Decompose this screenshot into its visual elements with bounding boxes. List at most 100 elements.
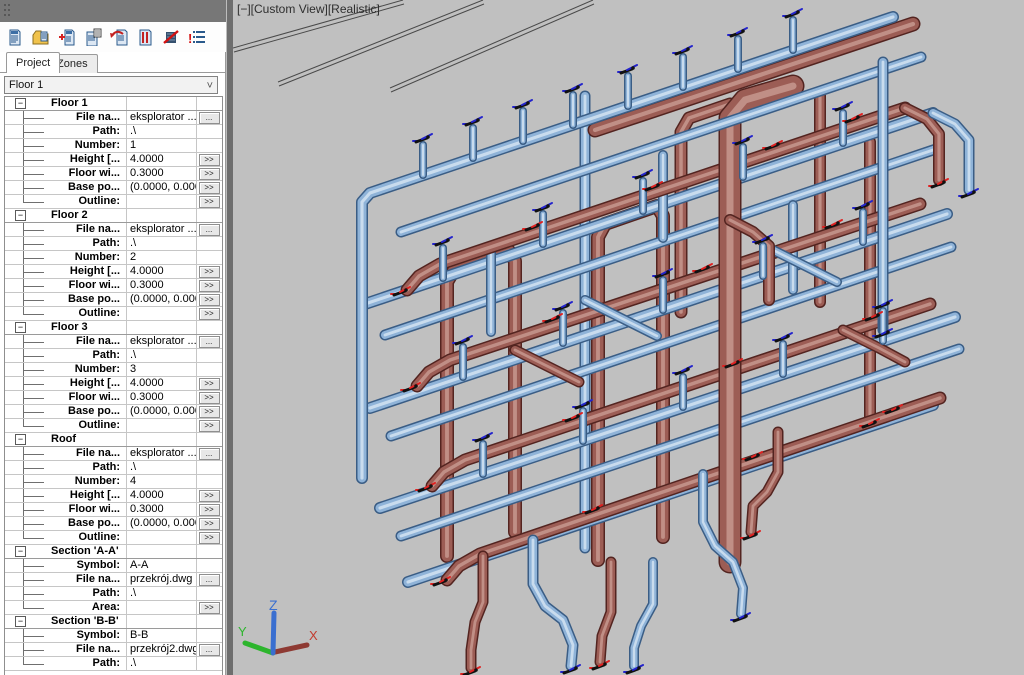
valve[interactable] xyxy=(773,333,792,341)
import-floor-button[interactable] xyxy=(109,28,128,47)
browse-button[interactable]: ... xyxy=(199,336,220,348)
expand-button[interactable]: >> xyxy=(199,196,220,208)
pipe[interactable] xyxy=(533,540,573,666)
valve[interactable] xyxy=(553,302,572,310)
section-header-row[interactable]: −Floor 2 xyxy=(5,209,222,223)
collapse-toggle[interactable]: − xyxy=(15,98,26,109)
floor-select[interactable]: Floor 1 ˅ xyxy=(4,76,218,94)
property-value[interactable]: (0.0000, 0.0000 xyxy=(126,293,196,306)
property-value[interactable]: A-A xyxy=(126,559,196,572)
property-value[interactable]: .\ xyxy=(126,349,196,362)
tab-project[interactable]: Project xyxy=(6,52,60,73)
property-value[interactable]: .\ xyxy=(126,125,196,138)
expand-button[interactable]: >> xyxy=(199,154,220,166)
valve[interactable] xyxy=(433,237,452,245)
expand-button[interactable]: >> xyxy=(199,490,220,502)
property-value[interactable]: 4.0000 xyxy=(126,377,196,390)
property-value[interactable]: eksplorator ... xyxy=(126,335,196,348)
section-header-row[interactable]: −Section 'A-A' xyxy=(5,545,222,559)
section-header-row[interactable]: −Floor 1 xyxy=(5,97,222,111)
collapse-toggle[interactable]: − xyxy=(15,434,26,445)
property-value[interactable]: .\ xyxy=(126,657,196,670)
property-value[interactable]: 4.0000 xyxy=(126,153,196,166)
property-value[interactable]: eksplorator ... xyxy=(126,223,196,236)
valve[interactable] xyxy=(728,28,747,36)
expand-button[interactable]: >> xyxy=(199,308,220,320)
expand-button[interactable]: >> xyxy=(199,280,220,292)
new-project-button[interactable] xyxy=(5,28,24,47)
property-value[interactable]: przekrój2.dwg xyxy=(126,643,196,656)
collapse-toggle[interactable]: − xyxy=(15,210,26,221)
property-value[interactable]: 0.3000 xyxy=(126,391,196,404)
valve[interactable] xyxy=(453,336,472,344)
open-project-button[interactable] xyxy=(31,28,50,47)
section-header-row[interactable]: −Floor 3 xyxy=(5,321,222,335)
property-value[interactable] xyxy=(126,531,196,544)
expand-button[interactable]: >> xyxy=(199,532,220,544)
pipe[interactable] xyxy=(634,562,653,666)
property-value[interactable]: .\ xyxy=(126,461,196,474)
property-value[interactable]: 0.3000 xyxy=(126,279,196,292)
valve[interactable] xyxy=(633,170,652,178)
piping-model-canvas[interactable]: ZYX xyxy=(233,0,1024,675)
pipe[interactable] xyxy=(600,562,611,662)
property-value[interactable] xyxy=(126,601,196,614)
property-value[interactable]: przekrój.dwg xyxy=(126,573,196,586)
property-value[interactable] xyxy=(126,307,196,320)
property-value[interactable]: (0.0000, 0.0000 xyxy=(126,405,196,418)
expand-button[interactable]: >> xyxy=(199,504,220,516)
expand-button[interactable]: >> xyxy=(199,168,220,180)
valve[interactable] xyxy=(783,9,802,17)
expand-button[interactable]: >> xyxy=(199,420,220,432)
property-value[interactable] xyxy=(126,195,196,208)
browse-button[interactable]: ... xyxy=(199,224,220,236)
property-value[interactable]: eksplorator ... xyxy=(126,111,196,124)
3d-viewport[interactable]: [−][Custom View][Realistic] ZYX xyxy=(233,0,1024,675)
expand-button[interactable]: >> xyxy=(199,392,220,404)
valve[interactable] xyxy=(673,366,692,374)
floor-manager-button[interactable] xyxy=(135,28,154,47)
valve[interactable] xyxy=(833,102,852,110)
expand-button[interactable]: >> xyxy=(199,602,220,614)
property-value[interactable] xyxy=(126,419,196,432)
property-value[interactable]: .\ xyxy=(126,587,196,600)
browse-button[interactable]: ... xyxy=(199,574,220,586)
property-value[interactable]: 3 xyxy=(126,363,196,376)
piping-model[interactable] xyxy=(362,9,978,675)
browse-button[interactable]: ... xyxy=(199,448,220,460)
property-value[interactable]: .\ xyxy=(126,237,196,250)
valve[interactable] xyxy=(618,65,637,73)
collapse-toggle[interactable]: − xyxy=(15,322,26,333)
property-value[interactable]: B-B xyxy=(126,629,196,642)
valve[interactable] xyxy=(463,117,482,125)
valve[interactable] xyxy=(563,84,582,92)
delete-floor-button[interactable] xyxy=(161,28,180,47)
property-value[interactable]: 4.0000 xyxy=(126,265,196,278)
valve[interactable] xyxy=(413,134,432,142)
add-floor-button[interactable] xyxy=(57,28,76,47)
valve[interactable] xyxy=(673,46,692,54)
collapse-toggle[interactable]: − xyxy=(15,616,26,627)
expand-button[interactable]: >> xyxy=(199,378,220,390)
property-value[interactable]: (0.0000, 0.0000 xyxy=(126,517,196,530)
palette-splitter[interactable] xyxy=(226,0,233,675)
section-header-row[interactable]: −Section 'B-B' xyxy=(5,615,222,629)
browse-button[interactable]: ... xyxy=(199,112,220,124)
copy-floor-button[interactable] xyxy=(83,28,102,47)
palette-grip-handle[interactable] xyxy=(3,3,11,17)
valve[interactable] xyxy=(473,433,492,441)
property-value[interactable]: 0.3000 xyxy=(126,503,196,516)
property-value[interactable]: 2 xyxy=(126,251,196,264)
property-value[interactable]: 0.3000 xyxy=(126,167,196,180)
property-value[interactable]: (0.0000, 0.0000 xyxy=(126,181,196,194)
valve[interactable] xyxy=(513,100,532,108)
collapse-toggle[interactable]: − xyxy=(15,546,26,557)
browse-button[interactable]: ... xyxy=(199,644,220,656)
expand-button[interactable]: >> xyxy=(199,266,220,278)
viewport-controls-label[interactable]: [−][Custom View][Realistic] xyxy=(237,2,380,16)
palette-titlebar[interactable] xyxy=(0,0,226,22)
expand-button[interactable]: >> xyxy=(199,406,220,418)
valve[interactable] xyxy=(533,203,552,211)
property-value[interactable]: 4.0000 xyxy=(126,489,196,502)
pipe[interactable] xyxy=(471,556,483,668)
